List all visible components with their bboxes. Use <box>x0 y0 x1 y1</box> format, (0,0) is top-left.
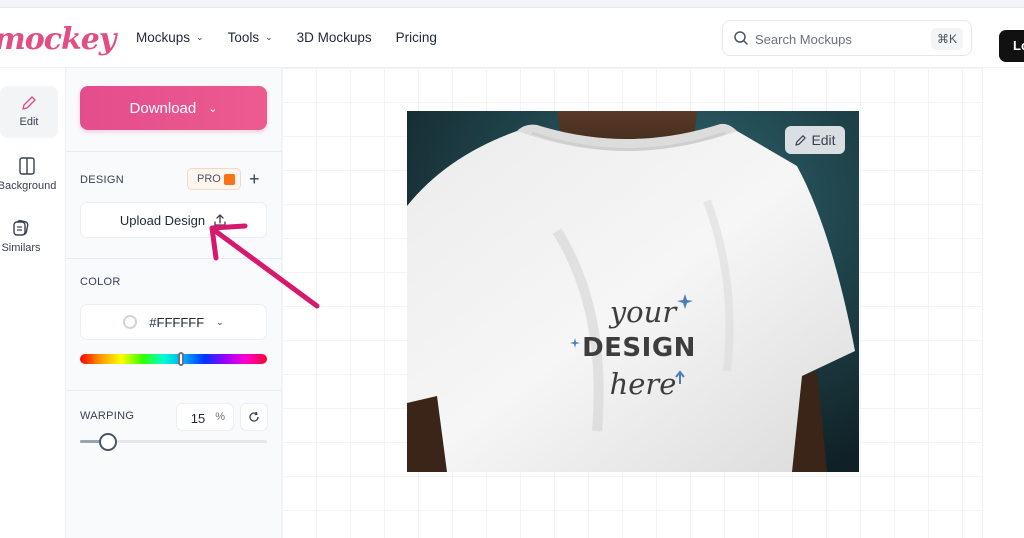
rail-item-background[interactable]: Background <box>0 156 72 202</box>
design-placeholder-design: DESIGN <box>582 333 696 363</box>
background-icon <box>19 157 35 175</box>
search-shortcut-badge: ⌘K <box>930 28 963 50</box>
login-button[interactable]: Lo <box>999 30 1024 62</box>
warping-section-label: WARPING <box>80 410 135 422</box>
color-swatch <box>123 315 138 329</box>
divider <box>66 390 282 391</box>
nav-pricing-label: Pricing <box>395 30 437 45</box>
nav-3d-mockups-label: 3D Mockups <box>296 30 372 45</box>
right-gutter <box>982 68 1024 538</box>
chevron-down-icon: ⌄ <box>208 102 218 115</box>
download-button-label: Download <box>129 99 197 117</box>
divider <box>66 151 282 152</box>
warping-slider[interactable] <box>80 433 267 451</box>
browser-top-strip <box>0 0 1024 8</box>
annotation-arrow-icon <box>209 223 320 309</box>
tshirt-mockup-image[interactable] <box>407 111 859 472</box>
mockey-logo[interactable]: mockey <box>0 22 116 57</box>
pro-badge[interactable]: PRO <box>187 168 241 190</box>
lock-icon <box>224 174 235 185</box>
chevron-down-icon: ⌄ <box>265 32 273 42</box>
chevron-down-icon: ⌄ <box>216 316 224 327</box>
pencil-icon <box>795 134 807 146</box>
hue-slider-thumb[interactable] <box>177 352 184 366</box>
rail-item-similars[interactable]: Similars <box>0 218 50 264</box>
edit-design-label: Edit <box>811 132 836 148</box>
left-rail: Edit Background Similars <box>0 68 66 538</box>
similars-icon <box>13 219 29 236</box>
nav-3d-mockups[interactable]: 3D Mockups <box>297 30 372 45</box>
pencil-icon <box>22 96 36 110</box>
warping-unit: % <box>215 411 225 423</box>
add-design-button[interactable]: + <box>249 169 260 189</box>
upload-design-label: Upload Design <box>119 212 206 228</box>
nav-tools-label: Tools <box>227 30 260 45</box>
nav-mockups-label: Mockups <box>136 30 191 45</box>
main-nav: Mockups ⌄ Tools ⌄ 3D Mockups Pricing <box>136 30 461 45</box>
search-box[interactable]: ⌘K <box>722 20 972 56</box>
nav-pricing[interactable]: Pricing <box>396 30 437 45</box>
design-placeholder-here: here <box>609 367 677 401</box>
warping-input[interactable] <box>185 409 211 427</box>
nav-tools[interactable]: Tools ⌄ <box>228 30 273 45</box>
hue-slider[interactable] <box>80 352 267 366</box>
design-section-label: DESIGN <box>80 174 124 186</box>
app-header: mockey Mockups ⌄ Tools ⌄ 3D Mockups Pric… <box>0 8 1024 68</box>
color-value: #FFFFFF <box>149 314 205 330</box>
design-placeholder-your: your <box>609 295 677 329</box>
tshirt-illustration <box>407 111 859 472</box>
chevron-down-icon: ⌄ <box>196 32 204 42</box>
rail-item-similars-label: Similars <box>1 242 41 254</box>
color-section-label: COLOR <box>80 276 121 288</box>
refresh-icon <box>249 411 259 422</box>
rail-item-edit-label: Edit <box>19 116 39 128</box>
download-button[interactable]: Download ⌄ <box>80 86 267 130</box>
warping-value-field[interactable]: % <box>176 403 234 431</box>
rail-item-background-label: Background <box>0 180 57 192</box>
pro-badge-label: PRO <box>197 173 221 185</box>
warping-slider-thumb[interactable] <box>99 433 118 451</box>
reset-warping-button[interactable] <box>240 403 268 431</box>
rail-item-edit[interactable]: Edit <box>0 86 58 138</box>
search-icon <box>734 31 748 45</box>
edit-design-button[interactable]: Edit <box>785 126 845 154</box>
search-input[interactable] <box>755 28 915 50</box>
nav-mockups[interactable]: Mockups ⌄ <box>136 30 204 45</box>
